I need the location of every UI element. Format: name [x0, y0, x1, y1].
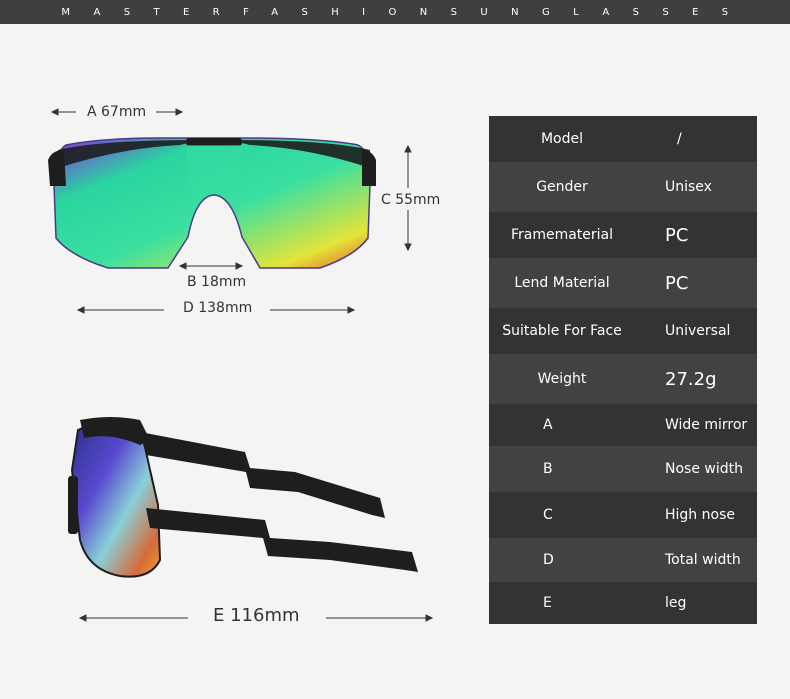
spec-value: High nose	[665, 507, 735, 523]
spec-row-b: B Nose width	[489, 446, 757, 492]
spec-row-framematerial: Framematerial PC	[489, 212, 757, 258]
spec-value: Unisex	[665, 179, 712, 195]
spec-table: Model / Gender Unisex Framematerial PC L…	[489, 116, 757, 624]
spec-value: Universal	[665, 323, 731, 339]
spec-row-e: E leg	[489, 582, 757, 624]
spec-row-a: A Wide mirror	[489, 404, 757, 446]
spec-row-d: D Total width	[489, 538, 757, 582]
spec-value: Nose width	[665, 461, 743, 477]
spec-value: PC	[665, 272, 689, 294]
spec-value: /	[677, 131, 682, 147]
spec-value: 27.2g	[665, 368, 717, 390]
spec-label: Suitable For Face	[502, 323, 622, 339]
dimension-d-label: D 138mm	[183, 300, 253, 316]
spec-label: B	[543, 461, 553, 477]
spec-label: A	[543, 417, 553, 433]
spec-label: Lend Material	[514, 275, 610, 291]
spec-label: C	[543, 507, 553, 523]
spec-value: Total width	[665, 552, 741, 568]
side-view	[68, 417, 418, 578]
dimension-c-label: C 55mm	[381, 192, 441, 208]
spec-value: PC	[665, 224, 689, 246]
spec-label: Gender	[536, 179, 588, 195]
spec-value: leg	[665, 595, 687, 611]
spec-row-weight: Weight 27.2g	[489, 354, 757, 404]
spec-row-lend-material: Lend Material PC	[489, 258, 757, 308]
spec-label: E	[543, 595, 552, 611]
spec-row-c: C High nose	[489, 492, 757, 538]
spec-label: Weight	[537, 371, 587, 387]
spec-label: Model	[540, 131, 584, 147]
front-view	[48, 137, 376, 269]
spec-row-gender: Gender Unisex	[489, 162, 757, 212]
dimension-e-label: E 116mm	[213, 605, 300, 626]
spec-row-model: Model /	[489, 116, 757, 162]
dimension-a-label: A 67mm	[87, 104, 147, 120]
spec-row-suitable-for-face: Suitable For Face Universal	[489, 308, 757, 354]
spec-label: D	[543, 552, 554, 568]
spec-value: Wide mirror	[665, 417, 748, 433]
spec-label: Framematerial	[510, 227, 614, 243]
dimension-b-label: B 18mm	[187, 274, 247, 290]
